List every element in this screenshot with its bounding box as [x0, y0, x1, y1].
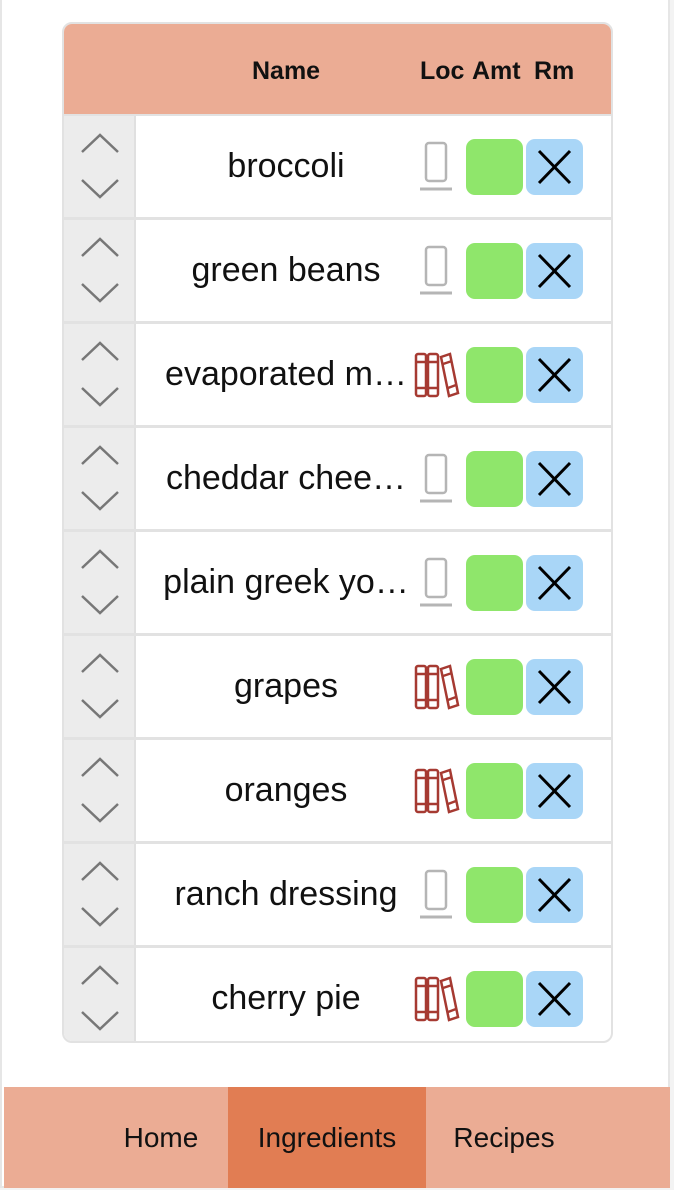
fridge-icon[interactable]	[412, 452, 460, 508]
fridge-icon[interactable]	[412, 868, 460, 924]
table-row: cheddar chee…	[64, 428, 611, 532]
ingredient-name: grapes	[234, 667, 338, 705]
chevron-up-icon[interactable]	[78, 546, 122, 572]
reorder-controls	[64, 324, 136, 425]
chevron-down-icon[interactable]	[78, 904, 122, 930]
chevron-down-icon[interactable]	[78, 696, 122, 722]
chevron-up-icon[interactable]	[78, 442, 122, 468]
chevron-down-icon[interactable]	[78, 800, 122, 826]
reorder-controls	[64, 740, 136, 841]
ingredient-name: ranch dressing	[174, 875, 398, 913]
remove-button[interactable]	[526, 867, 583, 923]
remove-button[interactable]	[526, 555, 583, 611]
table-row: oranges	[64, 740, 611, 844]
books-icon[interactable]	[412, 972, 460, 1028]
column-header-amt: Amt	[472, 57, 521, 85]
chevron-up-icon[interactable]	[78, 234, 122, 260]
chevron-down-icon[interactable]	[78, 176, 122, 202]
remove-button[interactable]	[526, 139, 583, 195]
books-icon[interactable]	[412, 764, 460, 820]
table-row: plain greek yo…	[64, 532, 611, 636]
ingredients-table: Name Loc Amt Rm broccoli green beans evapo…	[62, 22, 613, 1043]
books-icon[interactable]	[412, 660, 460, 716]
ingredient-name: cheddar chee…	[165, 459, 407, 497]
close-icon	[526, 763, 583, 819]
bottom-nav: Home Ingredients Recipes	[4, 1087, 670, 1188]
remove-button[interactable]	[526, 347, 583, 403]
chevron-down-icon[interactable]	[78, 592, 122, 618]
reorder-controls	[64, 636, 136, 737]
ingredient-name: evaporated m…	[165, 355, 407, 393]
nav-tab-home[interactable]: Home	[104, 1087, 218, 1188]
chevron-up-icon[interactable]	[78, 962, 122, 988]
amount-button[interactable]	[466, 867, 523, 923]
close-icon	[526, 451, 583, 507]
table-row: cherry pie	[64, 948, 611, 1041]
chevron-down-icon[interactable]	[78, 488, 122, 514]
close-icon	[526, 867, 583, 923]
close-icon	[526, 659, 583, 715]
nav-tab-recipes[interactable]: Recipes	[434, 1087, 574, 1188]
amount-button[interactable]	[466, 659, 523, 715]
fridge-icon[interactable]	[412, 244, 460, 300]
column-header-name: Name	[252, 57, 321, 85]
table-row: evaporated m…	[64, 324, 611, 428]
close-icon	[526, 347, 583, 403]
chevron-down-icon[interactable]	[78, 280, 122, 306]
reorder-controls	[64, 844, 136, 945]
close-icon	[526, 243, 583, 299]
close-icon	[526, 971, 583, 1027]
table-row: ranch dressing	[64, 844, 611, 948]
table-row: green beans	[64, 220, 611, 324]
remove-button[interactable]	[526, 971, 583, 1027]
amount-button[interactable]	[466, 763, 523, 819]
column-header-rm: Rm	[534, 57, 575, 85]
amount-button[interactable]	[466, 139, 523, 195]
remove-button[interactable]	[526, 451, 583, 507]
column-header-loc: Loc	[420, 57, 465, 85]
amount-button[interactable]	[466, 555, 523, 611]
table-row: grapes	[64, 636, 611, 740]
amount-button[interactable]	[466, 347, 523, 403]
chevron-up-icon[interactable]	[78, 858, 122, 884]
close-icon	[526, 555, 583, 611]
ingredient-name: oranges	[224, 771, 348, 809]
remove-button[interactable]	[526, 243, 583, 299]
amount-button[interactable]	[466, 971, 523, 1027]
reorder-controls	[64, 116, 136, 217]
chevron-down-icon[interactable]	[78, 1008, 122, 1034]
chevron-down-icon[interactable]	[78, 384, 122, 410]
chevron-up-icon[interactable]	[78, 338, 122, 364]
nav-tab-ingredients[interactable]: Ingredients	[228, 1087, 426, 1188]
reorder-controls	[64, 428, 136, 529]
ingredient-name: green beans	[191, 251, 381, 289]
books-icon[interactable]	[412, 348, 460, 404]
fridge-icon[interactable]	[412, 140, 460, 196]
reorder-controls	[64, 220, 136, 321]
remove-button[interactable]	[526, 763, 583, 819]
chevron-up-icon[interactable]	[78, 754, 122, 780]
remove-button[interactable]	[526, 659, 583, 715]
fridge-icon[interactable]	[412, 556, 460, 612]
table-row: broccoli	[64, 116, 611, 220]
ingredient-name: cherry pie	[211, 979, 361, 1017]
close-icon	[526, 139, 583, 195]
chevron-up-icon[interactable]	[78, 650, 122, 676]
app-frame: Name Loc Amt Rm broccoli green beans evapo…	[0, 0, 670, 1188]
chevron-up-icon[interactable]	[78, 130, 122, 156]
ingredient-name: broccoli	[227, 147, 345, 185]
reorder-controls	[64, 948, 136, 1041]
table-header: Name Loc Amt Rm	[64, 24, 611, 116]
ingredient-name: plain greek yo…	[163, 563, 409, 601]
reorder-controls	[64, 532, 136, 633]
amount-button[interactable]	[466, 243, 523, 299]
amount-button[interactable]	[466, 451, 523, 507]
